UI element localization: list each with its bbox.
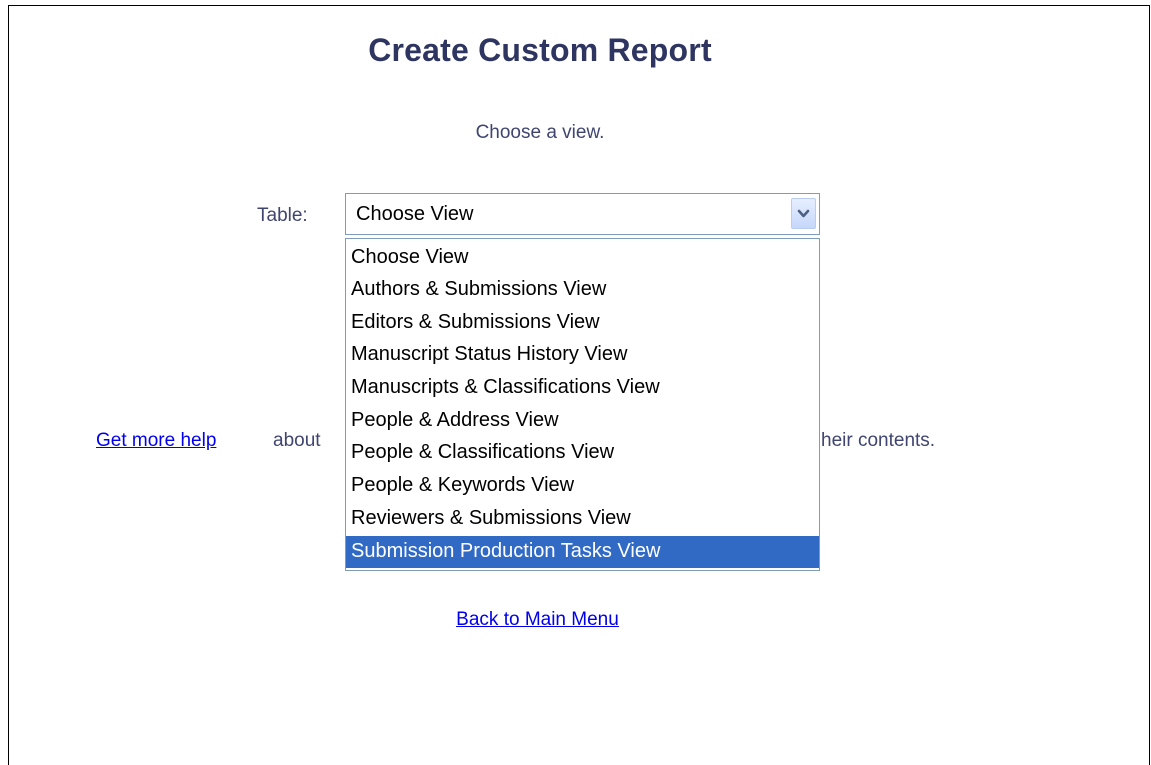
help-about-text: about xyxy=(273,430,321,451)
back-to-main-menu-link[interactable]: Back to Main Menu xyxy=(456,609,619,630)
option-editors-submissions[interactable]: Editors & Submissions View xyxy=(346,307,819,339)
table-select[interactable]: Choose View xyxy=(345,193,820,235)
dropdown-arrow-button[interactable] xyxy=(791,198,816,229)
instruction-text: Choose a view. xyxy=(475,122,605,143)
chevron-down-icon xyxy=(797,209,810,217)
option-authors-submissions[interactable]: Authors & Submissions View xyxy=(346,274,819,306)
option-choose-view[interactable]: Choose View xyxy=(346,242,819,274)
table-label: Table: xyxy=(257,205,308,226)
table-select-dropdown[interactable]: Choose View Authors & Submissions View E… xyxy=(345,238,820,571)
option-reviewers-submissions[interactable]: Reviewers & Submissions View xyxy=(346,503,819,535)
option-submission-production-tasks[interactable]: Submission Production Tasks View xyxy=(346,536,819,568)
option-manuscripts-classifications[interactable]: Manuscripts & Classifications View xyxy=(346,372,819,404)
back-to-main-menu-container: Back to Main Menu xyxy=(0,609,1075,631)
option-manuscript-status-history[interactable]: Manuscript Status History View xyxy=(346,339,819,371)
option-people-address[interactable]: People & Address View xyxy=(346,405,819,437)
help-tail-text: heir contents. xyxy=(821,430,936,451)
option-people-classifications[interactable]: People & Classifications View xyxy=(346,437,819,469)
page-title: Create Custom Report xyxy=(368,32,712,68)
table-select-value: Choose View xyxy=(356,203,474,225)
option-people-keywords[interactable]: People & Keywords View xyxy=(346,470,819,502)
get-more-help-link[interactable]: Get more help xyxy=(96,430,216,452)
